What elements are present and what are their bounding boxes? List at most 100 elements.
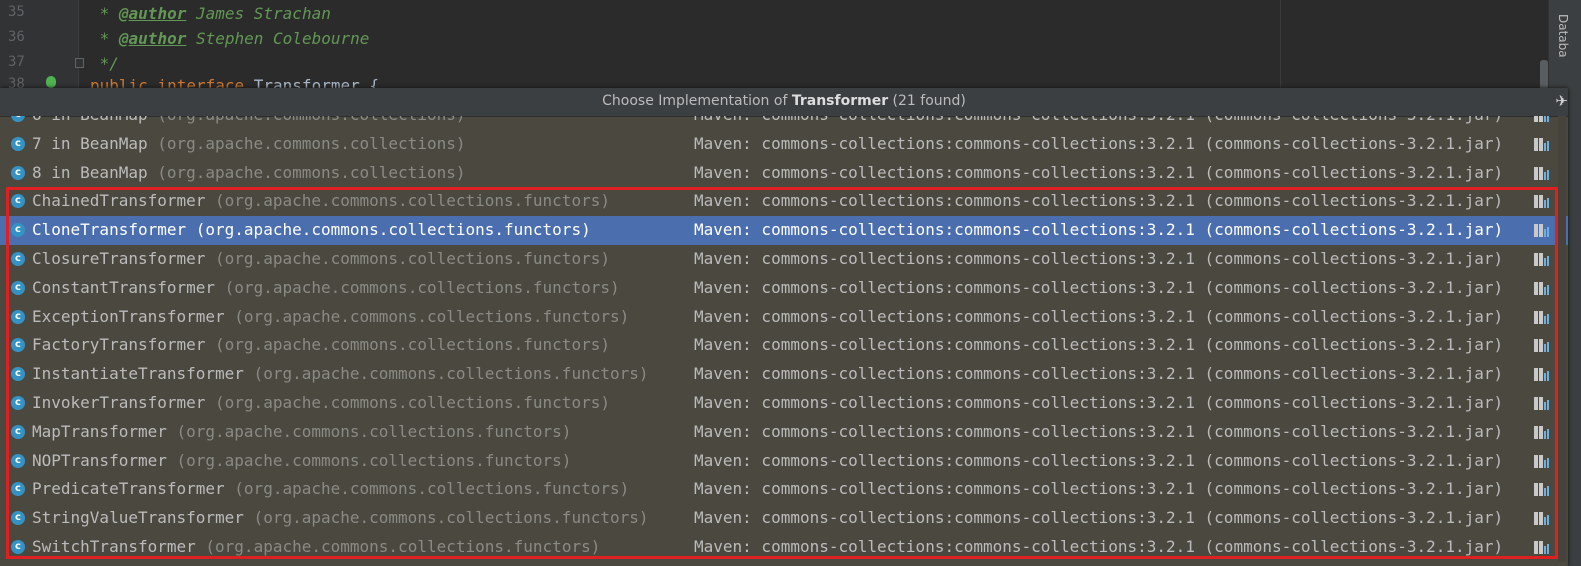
class-simple-name: MapTransformer [32, 421, 167, 441]
class-simple-name: FactoryTransformer [32, 335, 206, 355]
implementation-row[interactable]: c CloneTransformer (org.apache.commons.co… [0, 216, 1568, 246]
class-icon: c [11, 194, 25, 209]
class-package: (org.apache.commons.collections.functors… [215, 277, 620, 297]
library-jar-icon [1534, 195, 1549, 209]
library-jar-icon [1534, 541, 1549, 554]
library-location: Maven: commons-collections:commons-colle… [694, 364, 1504, 384]
code-text: James Strachan [186, 4, 331, 23]
implementation-row[interactable]: c NOPTransformer (org.apache.commons.coll… [0, 447, 1568, 476]
library-location: Maven: commons-collections:commons-colle… [694, 479, 1504, 499]
library-location: Maven: commons-collections:commons-colle… [694, 421, 1504, 441]
library-location: Maven: commons-collections:commons-colle… [694, 162, 1504, 182]
database-tool-window-label[interactable]: Databa [1556, 14, 1570, 58]
class-icon: c [11, 338, 25, 353]
class-package: (org.apache.commons.collections.functors… [243, 364, 649, 384]
class-icon: c [11, 252, 25, 266]
class-icon: c [11, 223, 25, 238]
line-number: 37 [8, 54, 25, 70]
class-name: StringValueTransformer (org.apache.commo… [32, 508, 649, 527]
class-package: (org.apache.commons.collections.functors… [166, 450, 572, 470]
javadoc-tag: @author [118, 4, 187, 23]
class-icon: c [11, 540, 25, 554]
class-name: 6 in BeanMap (org.apache.commons.collect… [32, 116, 465, 124]
implementation-row[interactable]: c InstantiateTransformer (org.apache.comm… [0, 360, 1568, 389]
library-jar-icon [1534, 397, 1549, 410]
library-jar-icon [1534, 483, 1549, 497]
class-name: 7 in BeanMap (org.apache.commons.collect… [32, 134, 465, 153]
class-name: ClosureTransformer (org.apache.commons.c… [32, 249, 610, 268]
list-scrollbar[interactable] [1558, 116, 1566, 562]
class-package: (org.apache.commons.collections.functors… [224, 479, 630, 499]
library-location: Maven: commons-collections:commons-colle… [694, 191, 1504, 211]
class-name: PredicateTransformer (org.apache.commons… [32, 479, 629, 498]
code-prefix: */ [90, 54, 119, 73]
library-jar-icon [1534, 137, 1549, 151]
implemented-marker-icon[interactable] [46, 76, 56, 88]
class-simple-name: InvokerTransformer [32, 393, 206, 412]
implementation-row[interactable]: c PredicateTransformer (org.apache.common… [0, 475, 1568, 504]
implementation-row[interactable]: c 8 in BeanMap (org.apache.commons.collec… [0, 159, 1568, 188]
implementation-row[interactable]: c 6 in BeanMap (org.apache.commons.collec… [0, 116, 1568, 130]
code-prefix: * [90, 29, 119, 48]
line-number: 35 [8, 4, 25, 20]
implementation-row[interactable]: c FactoryTransformer (org.apache.commons.… [0, 331, 1568, 360]
line-number: 36 [8, 29, 25, 45]
class-simple-name: ExceptionTransformer [32, 306, 225, 326]
fold-icon[interactable] [75, 58, 84, 68]
code-line: */ [90, 54, 119, 73]
library-jar-icon [1534, 512, 1549, 526]
class-package: (org.apache.commons.collections.functors… [166, 421, 572, 441]
class-icon: c [11, 424, 25, 439]
library-location: Maven: commons-collections:commons-colle… [694, 450, 1504, 470]
implementation-row[interactable]: c ChainedTransformer (org.apache.commons.… [0, 187, 1568, 216]
implementation-row[interactable]: c SwitchTransformer (org.apache.commons.c… [0, 533, 1568, 562]
class-simple-name: PredicateTransformer [32, 479, 225, 499]
class-icon: c [11, 116, 25, 122]
class-simple-name: ChainedTransformer [32, 191, 206, 211]
class-package: (org.apache.commons.collections.functors… [243, 508, 649, 528]
pin-icon[interactable]: ✈ [1555, 93, 1568, 109]
class-icon: c [11, 165, 25, 180]
implementation-row[interactable]: c 7 in BeanMap (org.apache.commons.collec… [0, 130, 1568, 159]
class-simple-name: 8 in BeanMap [32, 162, 148, 182]
class-simple-name: NOPTransformer [32, 450, 167, 470]
class-icon: c [11, 280, 25, 295]
code-editor[interactable]: 35 36 37 38 * @author James Strachan * @… [0, 0, 1581, 95]
class-icon: c [11, 511, 25, 526]
javadoc-tag: @author [118, 29, 187, 48]
library-location: Maven: commons-collections:commons-colle… [694, 393, 1504, 412]
implementation-row[interactable]: c StringValueTransformer (org.apache.comm… [0, 504, 1568, 533]
class-name: NOPTransformer (org.apache.commons.colle… [32, 451, 571, 470]
code-text: Stephen Colebourne [186, 29, 370, 48]
right-margin-guide [1280, 0, 1281, 90]
library-location: Maven: commons-collections:commons-colle… [694, 335, 1504, 355]
library-jar-icon [1534, 425, 1549, 439]
popup-title-type: Transformer [791, 93, 889, 109]
implementation-row[interactable]: c MapTransformer (org.apache.commons.coll… [0, 418, 1568, 447]
class-simple-name: 6 in BeanMap [32, 116, 148, 124]
class-package: (org.apache.commons.collections.functors… [205, 393, 610, 412]
class-package: (org.apache.commons.collections.functors… [186, 220, 591, 240]
class-icon: c [11, 396, 25, 410]
implementation-row[interactable]: c ClosureTransformer (org.apache.commons.… [0, 245, 1568, 274]
class-simple-name: StringValueTransformer [32, 508, 244, 528]
class-simple-name: InstantiateTransformer [32, 364, 244, 384]
implementation-row[interactable]: c ExceptionTransformer (org.apache.common… [0, 303, 1568, 332]
library-location: Maven: commons-collections:commons-colle… [694, 277, 1504, 297]
library-jar-icon [1534, 253, 1549, 266]
class-name: InstantiateTransformer (org.apache.commo… [32, 364, 649, 383]
implementation-list[interactable]: c 6 in BeanMap (org.apache.commons.collec… [0, 116, 1568, 566]
choose-implementation-popup[interactable]: Choose Implementation of Transformer (21… [0, 88, 1568, 566]
class-simple-name: SwitchTransformer [32, 537, 196, 556]
class-icon: c [11, 367, 25, 382]
class-simple-name: CloneTransformer [32, 220, 187, 240]
library-jar-icon [1534, 166, 1549, 180]
popup-title-prefix: Choose Implementation of [602, 93, 792, 109]
class-name: InvokerTransformer (org.apache.commons.c… [32, 393, 610, 412]
implementation-row[interactable]: c ConstantTransformer (org.apache.commons… [0, 274, 1568, 303]
implementation-row[interactable]: c InvokerTransformer (org.apache.commons.… [0, 389, 1568, 418]
class-simple-name: ConstantTransformer [32, 277, 216, 297]
editor-scrollbar[interactable] [1540, 60, 1548, 90]
library-jar-icon [1534, 310, 1549, 324]
popup-title: Choose Implementation of Transformer (21… [0, 88, 1568, 117]
